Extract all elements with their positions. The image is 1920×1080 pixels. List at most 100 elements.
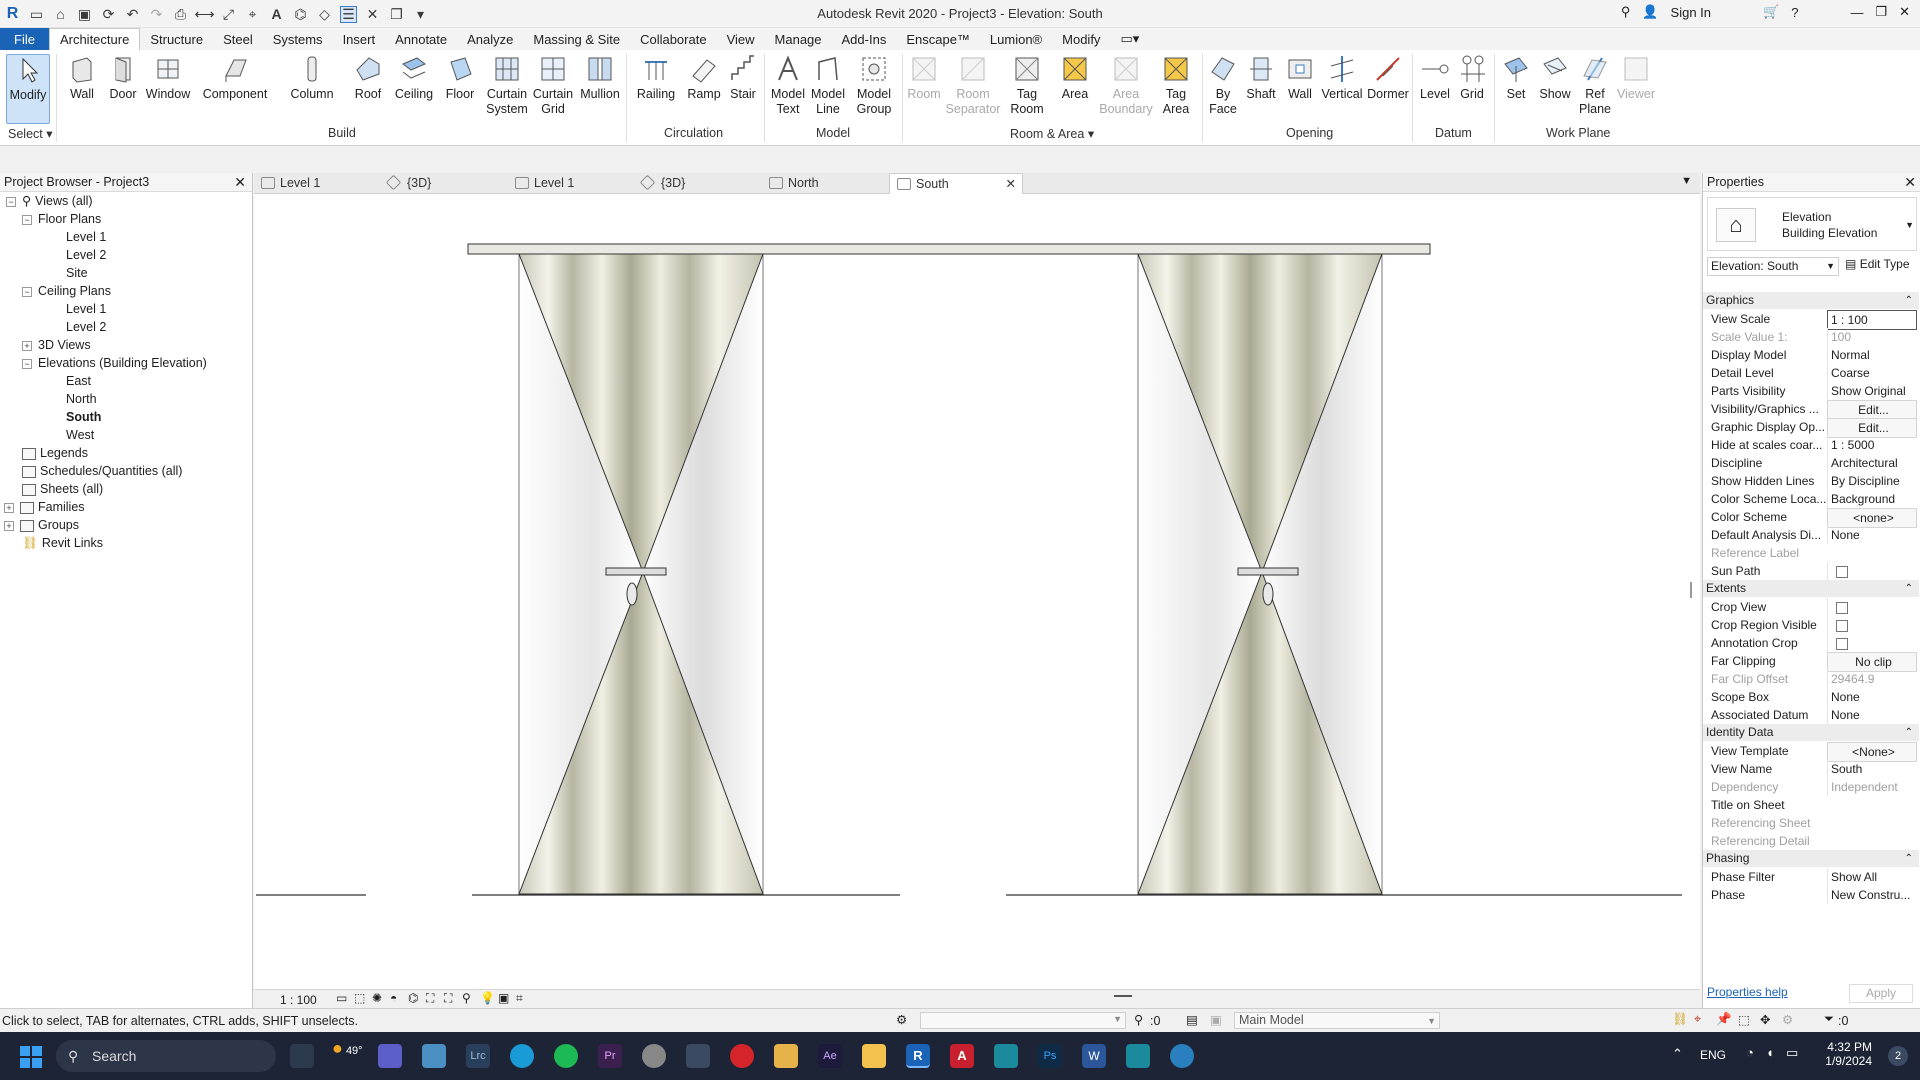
checkbox[interactable] bbox=[1836, 565, 1848, 578]
tab-lumion[interactable]: Lumion® bbox=[980, 28, 1052, 50]
tree-groups[interactable]: + Groups bbox=[4, 516, 79, 534]
property-value[interactable]: South bbox=[1827, 760, 1917, 778]
shaft-button[interactable]: Shaft bbox=[1244, 54, 1278, 102]
tab-view[interactable]: View bbox=[717, 28, 765, 50]
close-window-icon[interactable]: ✕ bbox=[1899, 4, 1910, 20]
visual-style-icon[interactable]: ⬚ bbox=[354, 991, 365, 1005]
tab-architecture[interactable]: Architecture bbox=[48, 28, 141, 50]
property-value[interactable]: None bbox=[1827, 526, 1917, 544]
show-work-plane-button[interactable]: Show bbox=[1536, 54, 1574, 102]
photoshop-icon[interactable]: Ps bbox=[1038, 1044, 1062, 1068]
door-button[interactable]: Door bbox=[106, 54, 140, 102]
stair-button[interactable]: Stair bbox=[726, 54, 760, 102]
spotify-icon[interactable] bbox=[554, 1044, 578, 1068]
horizontal-scroll-thumb[interactable] bbox=[1114, 995, 1132, 997]
design-options-icon[interactable]: ▤ bbox=[1186, 1012, 1198, 1027]
property-value[interactable]: Edit... bbox=[1827, 400, 1917, 420]
dormer-button[interactable]: Dormer bbox=[1366, 54, 1410, 102]
opera-icon[interactable] bbox=[730, 1044, 754, 1068]
tab-annotate[interactable]: Annotate bbox=[385, 28, 457, 50]
collapse-section-icon[interactable]: ⌃ bbox=[1905, 850, 1913, 867]
filter-icon[interactable]: ⏷ bbox=[1824, 1012, 1834, 1027]
background-process-icon[interactable]: ⚙ bbox=[1782, 1012, 1793, 1027]
language-indicator[interactable]: ENG bbox=[1700, 1048, 1726, 1062]
curtain-rod[interactable] bbox=[467, 243, 1431, 255]
media-player-icon[interactable] bbox=[774, 1044, 798, 1068]
curtain-right[interactable] bbox=[1137, 253, 1383, 895]
select-pinned-icon[interactable]: 📌 bbox=[1716, 1012, 1732, 1027]
close-tab-icon[interactable]: ✕ bbox=[1006, 174, 1016, 195]
task-view-icon[interactable] bbox=[290, 1044, 314, 1068]
tab-collaborate[interactable]: Collaborate bbox=[630, 28, 717, 50]
3dsmax-alt-icon[interactable] bbox=[1126, 1044, 1150, 1068]
window-button[interactable]: Window bbox=[144, 54, 192, 102]
expand-icon[interactable]: + bbox=[4, 502, 14, 513]
ceiling-button[interactable]: Ceiling bbox=[392, 54, 436, 102]
autocad-icon[interactable]: A bbox=[950, 1044, 974, 1068]
tag-area-button[interactable]: Tag Area bbox=[1158, 54, 1194, 117]
modify-button[interactable]: Modify bbox=[6, 54, 50, 124]
collapse-section-icon[interactable]: ⌃ bbox=[1905, 580, 1913, 597]
property-value[interactable]: Coarse bbox=[1827, 364, 1917, 382]
wifi-icon[interactable]: ◔ bbox=[1746, 1045, 1754, 1060]
property-value[interactable]: Edit... bbox=[1827, 418, 1917, 438]
room-button[interactable]: Room bbox=[906, 54, 942, 102]
detail-level-icon[interactable]: ▭ bbox=[336, 991, 347, 1005]
instance-selector[interactable]: Elevation: South ▼ bbox=[1707, 257, 1839, 276]
drag-elements-icon[interactable]: ✥ bbox=[1760, 1012, 1770, 1027]
weather-widget[interactable]: ● 49° bbox=[332, 1038, 363, 1059]
workset-dropdown[interactable]: ▼ bbox=[920, 1012, 1126, 1029]
close-icon[interactable]: ✕ bbox=[234, 174, 246, 191]
area-boundary-button[interactable]: Area Boundary bbox=[1098, 54, 1154, 117]
volume-icon[interactable]: ◖ bbox=[1766, 1045, 1774, 1060]
sign-in-link[interactable]: Sign In bbox=[1671, 5, 1711, 20]
select-links-icon[interactable]: ⛓ bbox=[1672, 1012, 1688, 1027]
vertical-opening-button[interactable]: Vertical bbox=[1320, 54, 1364, 102]
apply-button[interactable]: Apply bbox=[1849, 984, 1913, 1003]
property-value[interactable]: Show Original bbox=[1827, 382, 1917, 400]
show-crop-icon[interactable]: ⛶ bbox=[444, 991, 452, 1006]
help-icon[interactable]: ? bbox=[1791, 5, 1798, 20]
shadows-icon[interactable]: ◓ bbox=[390, 991, 397, 1005]
tree-ceiling-level-2[interactable]: Level 2 bbox=[66, 318, 106, 336]
component-button[interactable]: Component bbox=[200, 54, 270, 102]
tree-elevations[interactable]: − Elevations (Building Elevation) bbox=[22, 354, 207, 372]
tab-manage[interactable]: Manage bbox=[765, 28, 832, 50]
photos-icon[interactable] bbox=[422, 1044, 446, 1068]
property-value[interactable]: None bbox=[1827, 706, 1917, 724]
property-value[interactable] bbox=[1827, 598, 1917, 616]
ramp-button[interactable]: Ramp bbox=[686, 54, 722, 102]
floor-button[interactable]: Floor bbox=[442, 54, 478, 102]
calculator-icon[interactable] bbox=[686, 1044, 710, 1068]
viewer-button[interactable]: Viewer bbox=[1614, 54, 1658, 102]
tree-revit-links[interactable]: ⛓ Revit Links bbox=[22, 534, 103, 552]
tree-schedules[interactable]: Schedules/Quantities (all) bbox=[22, 462, 182, 480]
curtain-system-button[interactable]: Curtain System bbox=[486, 54, 528, 117]
property-value[interactable]: By Discipline bbox=[1827, 472, 1917, 490]
checkbox[interactable] bbox=[1836, 601, 1848, 614]
collapse-icon[interactable]: − bbox=[22, 214, 32, 225]
set-work-plane-button[interactable]: Set bbox=[1500, 54, 1532, 102]
tab-insert[interactable]: Insert bbox=[333, 28, 386, 50]
teams-icon[interactable] bbox=[378, 1044, 402, 1068]
property-value[interactable]: <None> bbox=[1827, 742, 1917, 762]
tab-list-dropdown-icon[interactable]: ▼ bbox=[1681, 175, 1692, 187]
checkbox[interactable] bbox=[1836, 637, 1848, 650]
ribbon-options-icon[interactable]: ▭▾ bbox=[1110, 28, 1149, 50]
panel-select-label[interactable]: Select ▾ bbox=[8, 126, 53, 141]
property-value[interactable]: 1 : 5000 bbox=[1827, 436, 1917, 454]
collapse-section-icon[interactable]: ⌃ bbox=[1905, 724, 1913, 741]
editable-only-icon[interactable]: ⚲ bbox=[1134, 1012, 1143, 1027]
app-icon[interactable] bbox=[642, 1044, 666, 1068]
tab-file[interactable]: File bbox=[0, 28, 49, 50]
model-text-button[interactable]: Model Text bbox=[768, 54, 808, 117]
sun-path-icon[interactable]: ✺ bbox=[372, 991, 382, 1005]
view-tab-level-1[interactable]: Level 1 bbox=[508, 173, 634, 194]
tree-3d-views[interactable]: +3D Views bbox=[22, 336, 91, 354]
property-value[interactable]: Architectural bbox=[1827, 454, 1917, 472]
curtain-grid-button[interactable]: Curtain Grid bbox=[532, 54, 574, 117]
word-icon[interactable]: W bbox=[1082, 1044, 1106, 1068]
tree-views-all[interactable]: − ⚲ Views (all) bbox=[6, 192, 93, 210]
user-icon[interactable]: 👤 bbox=[1642, 4, 1658, 20]
model-group-button[interactable]: Model Group bbox=[852, 54, 896, 117]
